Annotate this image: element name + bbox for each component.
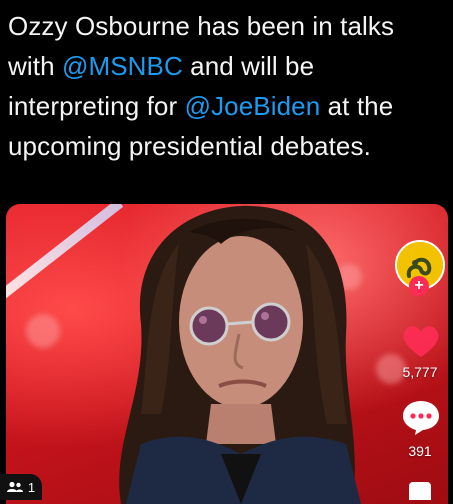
viewer-count: 1 <box>27 479 36 495</box>
mention-joebiden[interactable]: @JoeBiden <box>185 91 321 121</box>
like-count: 5,777 <box>402 364 438 380</box>
video-frame[interactable] <box>6 204 448 504</box>
viewer-count-badge: 1 <box>0 474 42 500</box>
people-icon <box>6 481 23 492</box>
bokeh-light <box>26 314 60 348</box>
heart-icon[interactable] <box>401 322 441 360</box>
share-icon[interactable] <box>409 482 431 500</box>
creator-avatar-group[interactable]: + <box>395 240 445 298</box>
comment-icon[interactable] <box>401 398 441 436</box>
person-image <box>119 205 361 504</box>
comment-count: 391 <box>408 443 432 459</box>
follow-plus-icon[interactable]: + <box>409 276 429 296</box>
mention-msnbc[interactable]: @MSNBC <box>62 51 183 81</box>
post-text: Ozzy Osbourne has been in talks with @MS… <box>8 6 448 166</box>
